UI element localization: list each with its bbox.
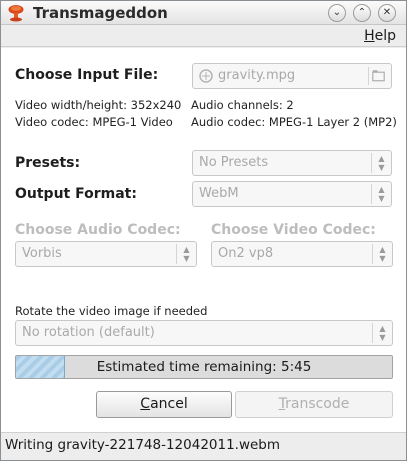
- progress-text: Estimated time remaining: 5:45: [96, 359, 312, 375]
- close-button[interactable]: ✕: [378, 4, 396, 22]
- mushroom-cloud-icon: [8, 5, 24, 22]
- updown-arrows-icon: ▲ ▼: [371, 184, 391, 204]
- audio-codec-value: Vorbis: [22, 246, 62, 261]
- file-icon: [199, 69, 213, 83]
- minimize-icon: ⌄: [332, 7, 342, 18]
- menu-help[interactable]: Help: [364, 28, 396, 44]
- close-icon: ✕: [382, 7, 392, 18]
- presets-value: No Presets: [199, 155, 269, 170]
- maximize-icon: ⌃: [357, 7, 367, 18]
- window-title: Transmageddon: [33, 4, 168, 22]
- transmageddon-window: Transmageddon ⌄ ⌃ ✕ Help Choose Input Fi…: [0, 0, 407, 461]
- input-file-chooser[interactable]: gravity.mpg: [192, 63, 392, 89]
- help-label: elp: [374, 28, 396, 44]
- maximize-button[interactable]: ⌃: [353, 4, 371, 22]
- video-codec-heading: Choose Video Codec:: [211, 222, 376, 238]
- main-panel: Choose Input File: gravity.mpg Video wid…: [1, 48, 406, 432]
- input-file-heading: Choose Input File:: [15, 67, 159, 83]
- cancel-button[interactable]: Cancel: [96, 391, 232, 418]
- rotation-select[interactable]: No rotation (default) ▲ ▼: [15, 320, 393, 346]
- open-folder-icon: [368, 67, 385, 85]
- video-codec-select[interactable]: On2 vp8 ▲ ▼: [211, 241, 393, 267]
- output-format-heading: Output Format:: [15, 186, 137, 202]
- video-codec-info: Video codec: MPEG-1 Video: [15, 115, 173, 129]
- transcode-label: ranscode: [285, 396, 350, 412]
- cancel-mnemonic: C: [140, 396, 151, 412]
- audio-codec-info: Audio codec: MPEG-1 Layer 2 (MP2): [191, 115, 397, 129]
- transcode-progress-bar: Estimated time remaining: 5:45: [15, 355, 393, 379]
- video-codec-value: On2 vp8: [218, 246, 274, 261]
- updown-arrows-icon: ▲ ▼: [372, 323, 392, 343]
- video-size-info: Video width/height: 352x240: [15, 98, 182, 112]
- status-bar: Writing gravity-221748-12042011.webm: [1, 432, 406, 460]
- rotation-label: Rotate the video image if needed: [15, 304, 208, 318]
- audio-channels-info: Audio channels: 2: [191, 98, 294, 112]
- audio-codec-select[interactable]: Vorbis ▲ ▼: [15, 241, 197, 267]
- output-format-select[interactable]: WebM ▲ ▼: [192, 181, 392, 207]
- cancel-label: ancel: [150, 396, 188, 412]
- rotation-value: No rotation (default): [22, 325, 155, 340]
- status-text: Writing gravity-221748-12042011.webm: [5, 437, 281, 453]
- help-mnemonic: H: [364, 28, 375, 44]
- presets-heading: Presets:: [15, 155, 81, 171]
- transcode-button[interactable]: Transcode: [235, 391, 393, 418]
- menu-bar: Help: [1, 25, 406, 47]
- title-bar[interactable]: Transmageddon ⌄ ⌃ ✕: [1, 1, 406, 25]
- audio-codec-heading: Choose Audio Codec:: [15, 222, 181, 238]
- minimize-button[interactable]: ⌄: [328, 4, 346, 22]
- input-file-name: gravity.mpg: [218, 68, 296, 83]
- updown-arrows-icon: ▲ ▼: [372, 244, 392, 264]
- updown-arrows-icon: ▲ ▼: [176, 244, 196, 264]
- output-format-value: WebM: [199, 186, 239, 201]
- updown-arrows-icon: ▲ ▼: [371, 153, 391, 173]
- presets-select[interactable]: No Presets ▲ ▼: [192, 150, 392, 176]
